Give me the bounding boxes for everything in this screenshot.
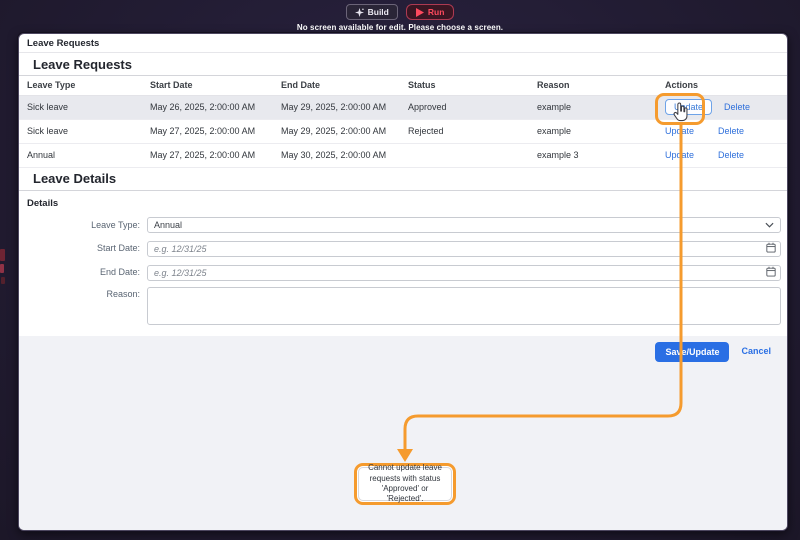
cell-status: Rejected	[402, 119, 531, 143]
build-button-label: Build	[368, 7, 389, 17]
play-icon	[416, 8, 424, 17]
details-title: Leave Details	[33, 171, 116, 186]
delete-link[interactable]: Delete	[718, 126, 744, 136]
update-link[interactable]: Update	[665, 126, 694, 136]
details-section-header: Leave Details	[19, 168, 787, 191]
delete-link[interactable]: Delete	[718, 150, 744, 160]
cell-start-date: May 26, 2025, 2:00:00 AM	[144, 95, 275, 119]
cell-reason: example 3	[531, 143, 659, 167]
edge-mark	[0, 249, 5, 261]
table-header-row: Leave Type Start Date End Date Status Re…	[19, 76, 787, 95]
form-footer: Save/Update Cancel	[19, 336, 787, 531]
cell-end-date: May 29, 2025, 2:00:00 AM	[275, 119, 402, 143]
start-date-label: Start Date:	[19, 243, 147, 253]
cell-status	[402, 143, 531, 167]
delete-link[interactable]: Delete	[724, 102, 750, 112]
table-row: Annual May 27, 2025, 2:00:00 AM May 30, …	[19, 143, 787, 167]
update-link[interactable]: Update	[665, 150, 694, 160]
col-start-date: Start Date	[144, 76, 275, 95]
edge-mark	[1, 277, 5, 284]
col-end-date: End Date	[275, 76, 402, 95]
start-date-input[interactable]	[147, 241, 781, 257]
leave-type-select[interactable]: Annual	[147, 217, 781, 233]
cell-end-date: May 29, 2025, 2:00:00 AM	[275, 95, 402, 119]
table-row: Sick leave May 27, 2025, 2:00:00 AM May …	[19, 119, 787, 143]
col-reason: Reason	[531, 76, 659, 95]
cell-status: Approved	[402, 95, 531, 119]
cell-leave-type: Annual	[19, 143, 144, 167]
end-date-label: End Date:	[19, 267, 147, 277]
breadcrumb-label: Leave Requests	[27, 38, 99, 49]
reason-textarea[interactable]	[147, 287, 781, 325]
run-button-label: Run	[428, 7, 445, 17]
save-update-button[interactable]: Save/Update	[655, 342, 729, 362]
breadcrumb[interactable]: Leave Requests	[19, 34, 787, 53]
requests-title: Leave Requests	[33, 57, 132, 72]
sparkle-icon	[355, 8, 364, 17]
col-status: Status	[402, 76, 531, 95]
builder-topbar: Build Run No screen available for edit. …	[0, 0, 800, 33]
edge-mark	[0, 264, 4, 273]
calendar-icon[interactable]	[766, 266, 776, 277]
details-subtitle: Details	[27, 198, 58, 209]
cell-leave-type: Sick leave	[19, 119, 144, 143]
cell-leave-type: Sick leave	[19, 95, 144, 119]
col-leave-type: Leave Type	[19, 76, 144, 95]
cell-reason: example	[531, 95, 659, 119]
app-background: Build Run No screen available for edit. …	[0, 0, 800, 540]
leave-type-label: Leave Type:	[19, 220, 147, 230]
leave-requests-table: Leave Type Start Date End Date Status Re…	[19, 76, 787, 168]
leave-type-value: Annual	[154, 220, 765, 230]
leave-requests-panel: Leave Requests Leave Requests Leave Type…	[18, 33, 788, 531]
leave-details-form: Leave Type: Annual Start Date: End Date:	[19, 217, 787, 336]
reason-label: Reason:	[19, 287, 147, 299]
cell-reason: example	[531, 119, 659, 143]
col-actions: Actions	[659, 76, 787, 95]
no-screen-message: No screen available for edit. Please cho…	[0, 23, 800, 32]
calendar-icon[interactable]	[766, 242, 776, 253]
table-row: Sick leave May 26, 2025, 2:00:00 AM May …	[19, 95, 787, 119]
build-button[interactable]: Build	[346, 4, 398, 20]
cell-start-date: May 27, 2025, 2:00:00 AM	[144, 143, 275, 167]
end-date-input[interactable]	[147, 265, 781, 281]
cell-end-date: May 30, 2025, 2:00:00 AM	[275, 143, 402, 167]
cancel-link[interactable]: Cancel	[741, 342, 771, 356]
chevron-down-icon	[765, 222, 774, 228]
cell-start-date: May 27, 2025, 2:00:00 AM	[144, 119, 275, 143]
run-button[interactable]: Run	[406, 4, 455, 20]
details-subheader: Details	[19, 191, 787, 217]
requests-section-header: Leave Requests	[19, 53, 787, 76]
update-button[interactable]: Update	[665, 99, 712, 115]
